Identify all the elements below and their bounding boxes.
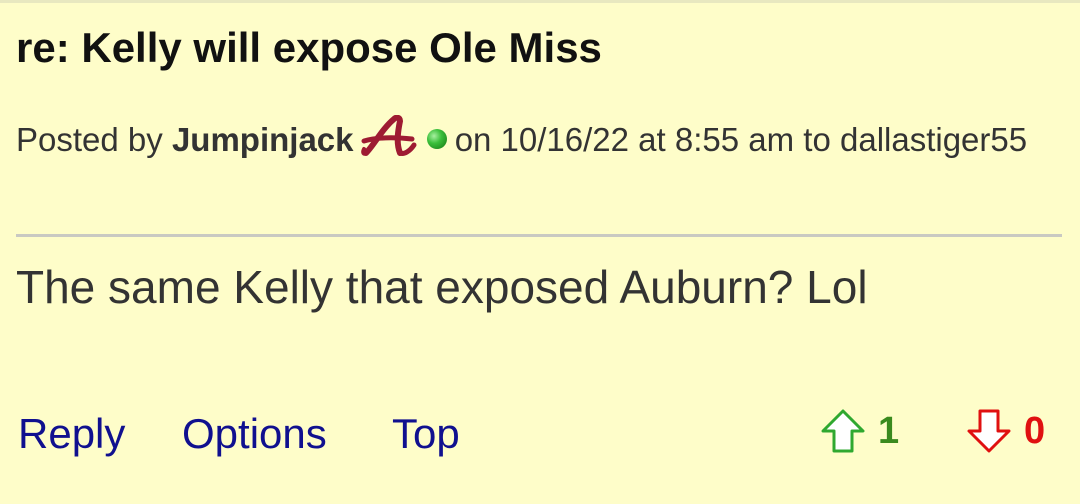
upvote-button[interactable]: 1: [820, 406, 899, 456]
thumb-up-arrow-icon: [820, 408, 866, 454]
upvote-count: 1: [878, 409, 900, 452]
reply-to-user-link[interactable]: dallastiger55: [840, 121, 1027, 158]
options-link[interactable]: Options: [182, 408, 327, 460]
thumb-down-arrow-icon: [966, 408, 1012, 454]
alabama-script-a-icon: [360, 114, 418, 159]
author-link[interactable]: Jumpinjack: [172, 121, 354, 158]
post-byline: Posted by Jumpinjack on 10/16/22 at 8:55…: [16, 112, 1056, 167]
post-timestamp: on 10/16/22 at 8:55 am to: [454, 121, 831, 158]
top-border: [0, 0, 1080, 3]
byline-prefix: Posted by: [16, 121, 163, 158]
online-status-icon: [426, 129, 447, 149]
post-title: re: Kelly will expose Ole Miss: [16, 24, 602, 71]
divider: [16, 234, 1062, 237]
top-link[interactable]: Top: [392, 408, 460, 460]
reply-link[interactable]: Reply: [18, 408, 125, 460]
downvote-count: 0: [1024, 409, 1046, 452]
downvote-button[interactable]: 0: [966, 406, 1045, 456]
post-body: The same Kelly that exposed Auburn? Lol: [16, 261, 868, 313]
